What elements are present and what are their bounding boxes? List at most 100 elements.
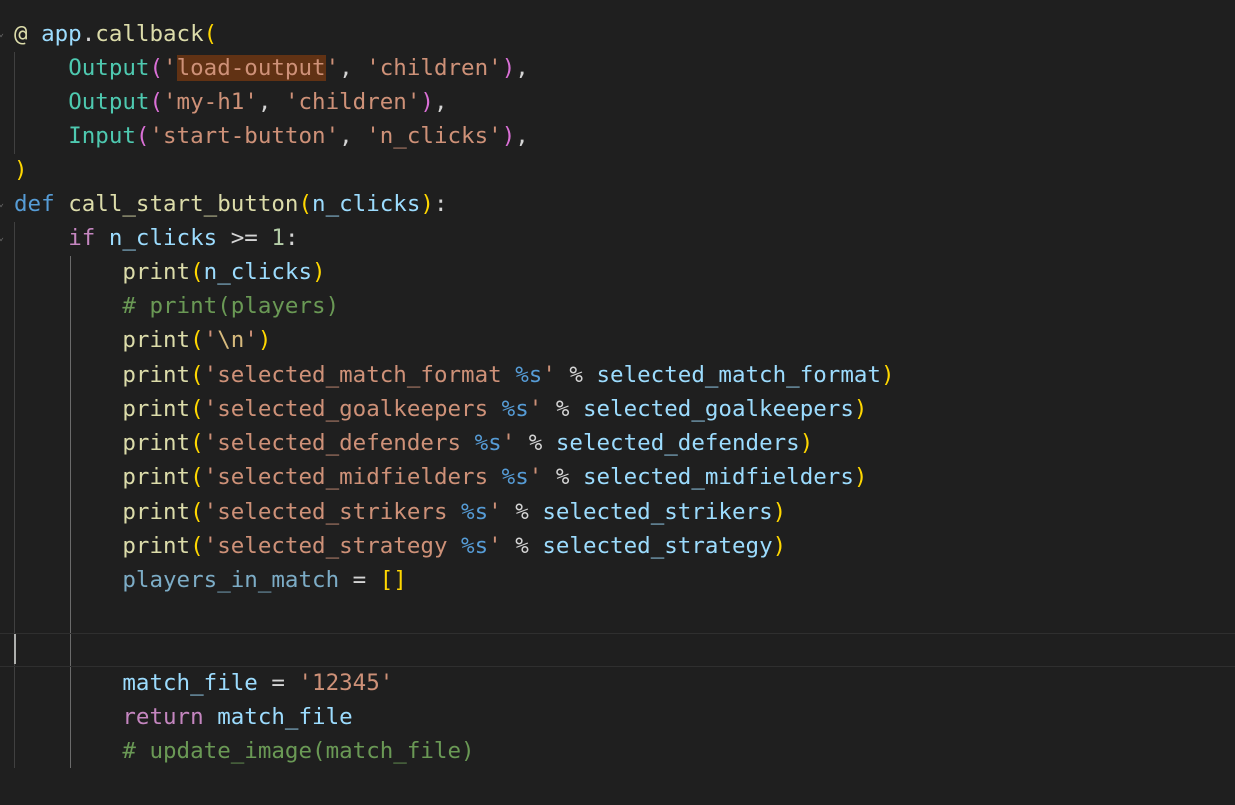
function-print: print <box>122 327 191 353</box>
bracket: ( <box>190 362 204 388</box>
chevron-down-icon[interactable]: ⌄ <box>0 29 6 39</box>
code-line-2[interactable]: Output('load-output', 'children'), <box>14 51 529 85</box>
string-literal: 'selected_midfielders <box>203 464 502 490</box>
variable: selected_goalkeepers <box>582 396 854 422</box>
string-quote: ' <box>325 55 340 81</box>
operator: >= <box>217 225 272 251</box>
string-literal: 'children' <box>284 89 421 115</box>
format-specifier: %s <box>501 464 529 490</box>
operator: % <box>542 396 583 422</box>
token-comma: , <box>515 55 529 81</box>
variable: players_in_match <box>122 567 340 593</box>
code-editor[interactable]: ⌄ ⌄ ⌄ @ app.callback( Output('load-outpu… <box>0 0 1235 805</box>
token-dot: . <box>81 21 96 47</box>
token-output: Output <box>68 55 150 81</box>
code-line-9[interactable]: # print(players) <box>14 289 339 323</box>
code-line-1[interactable]: @ app.callback( <box>14 17 217 51</box>
bracket: ( <box>190 464 204 490</box>
code-line-17[interactable]: players_in_match = [] <box>14 563 407 597</box>
code-line-8[interactable]: print(n_clicks) <box>14 255 325 289</box>
bracket: ( <box>203 21 218 47</box>
bracket: ) <box>772 499 787 525</box>
code-line-5[interactable]: ) <box>14 153 28 187</box>
bracket: ) <box>772 533 787 559</box>
bracket: ) <box>14 157 28 183</box>
bracket: ) <box>880 362 895 388</box>
comment: # print(players) <box>122 293 340 319</box>
bracket: ( <box>190 259 204 285</box>
code-line-21[interactable]: return match_file <box>14 700 353 734</box>
code-line-16[interactable]: print('selected_strategy %s' % selected_… <box>14 529 786 563</box>
operator: % <box>555 362 597 388</box>
code-line-22[interactable]: # update_image(match_file) <box>14 734 475 768</box>
variable: match_file <box>217 704 353 730</box>
variable: n_clicks <box>203 259 313 285</box>
code-line-3[interactable]: Output('my-h1', 'children'), <box>14 85 447 119</box>
string-quote: ' <box>163 55 177 81</box>
bracket: ( <box>149 89 164 115</box>
string-literal: '12345' <box>298 670 394 696</box>
string-literal: 'selected_strategy <box>203 533 462 559</box>
string-quote: ' <box>244 327 258 353</box>
bracket: ( <box>149 55 164 81</box>
chevron-down-icon[interactable]: ⌄ <box>0 233 6 243</box>
function-print: print <box>122 464 191 490</box>
token-separator: , <box>339 123 367 149</box>
format-specifier: %s <box>461 499 489 525</box>
string-quote: ' <box>203 327 218 353</box>
chevron-down-icon[interactable]: ⌄ <box>0 199 6 209</box>
bracket: ) <box>257 327 272 353</box>
code-line-4[interactable]: Input('start-button', 'n_clicks'), <box>14 119 529 153</box>
code-line-15[interactable]: print('selected_strikers %s' % selected_… <box>14 495 786 529</box>
string-literal: 'selected_strikers <box>203 499 462 525</box>
function-print: print <box>122 396 191 422</box>
code-line-14[interactable]: print('selected_midfielders %s' % select… <box>14 460 867 494</box>
token-separator: , <box>257 89 285 115</box>
function-print: print <box>122 362 191 388</box>
bracket: [] <box>379 567 407 593</box>
operator: % <box>501 533 543 559</box>
bracket: ) <box>420 191 434 217</box>
token-colon: : <box>433 191 448 217</box>
code-line-6[interactable]: def call_start_button(n_clicks): <box>14 187 448 221</box>
code-line-13[interactable]: print('selected_defenders %s' % selected… <box>14 426 813 460</box>
format-specifier: %s <box>501 396 529 422</box>
function-print: print <box>122 499 191 525</box>
function-name: call_start_button <box>68 191 299 217</box>
bracket: ( <box>190 499 204 525</box>
code-line-11[interactable]: print('selected_match_format %s' % selec… <box>14 358 895 392</box>
keyword-return: return <box>122 704 204 730</box>
token-comma: , <box>515 123 529 149</box>
code-line-10[interactable]: print('\n') <box>14 323 271 357</box>
token-callback: callback <box>95 21 204 47</box>
operator: = <box>257 670 299 696</box>
operator: % <box>542 464 583 490</box>
variable: selected_midfielders <box>582 464 854 490</box>
code-line-7[interactable]: if n_clicks >= 1: <box>14 221 298 255</box>
string-quote: ' <box>528 396 543 422</box>
token-separator: , <box>339 55 367 81</box>
function-print: print <box>122 533 191 559</box>
string-literal: 'selected_match_format <box>203 362 516 388</box>
bracket: ( <box>190 327 204 353</box>
bracket: ( <box>190 533 204 559</box>
comment: # update_image(match_file) <box>122 738 475 764</box>
bracket: ( <box>190 430 204 456</box>
string-literal: 'selected_defenders <box>203 430 475 456</box>
code-line-20[interactable]: match_file = '12345' <box>14 666 393 700</box>
string-literal: 'start-button' <box>149 123 340 149</box>
token-colon: : <box>284 225 299 251</box>
code-line-12[interactable]: print('selected_goalkeepers %s' % select… <box>14 392 867 426</box>
string-quote: ' <box>488 533 502 559</box>
token-output: Output <box>68 89 150 115</box>
string-literal: 'selected_goalkeepers <box>203 396 502 422</box>
operator: % <box>515 430 556 456</box>
decorator-at: @ <box>14 21 28 47</box>
format-specifier: %s <box>515 362 543 388</box>
string-quote: ' <box>528 464 543 490</box>
string-quote: ' <box>488 499 502 525</box>
format-specifier: %s <box>461 533 489 559</box>
number-literal: 1 <box>271 225 285 251</box>
keyword-def: def <box>14 191 55 217</box>
text-cursor <box>14 634 16 664</box>
